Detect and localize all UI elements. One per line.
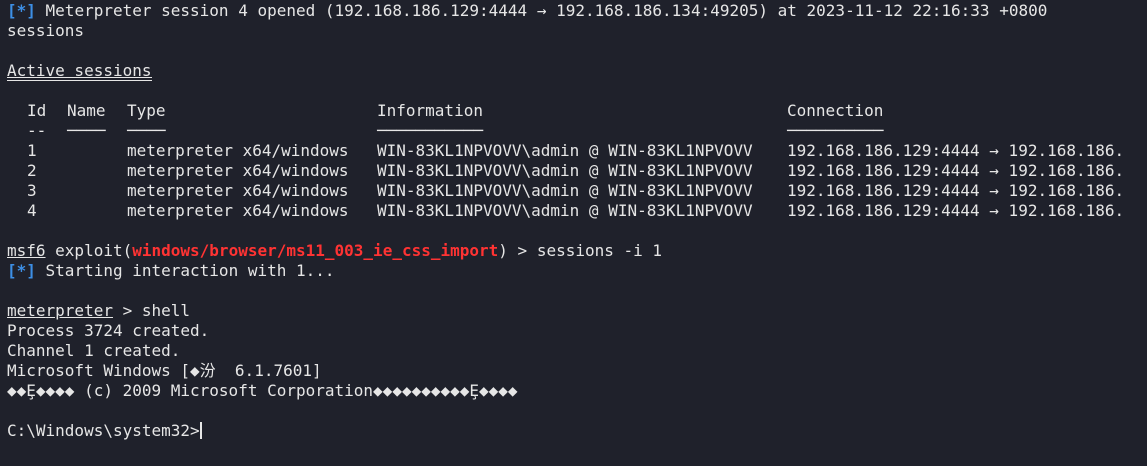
header-id: Id (27, 101, 47, 120)
sessions-table-header: Id Name Type Information Connection (7, 101, 1147, 121)
header-connection: Connection (787, 101, 884, 120)
session-name (67, 141, 127, 161)
table-row: 3 meterpreter x64/windows WIN-83KL1NPVOV… (7, 181, 1147, 201)
session-id: 4 (27, 201, 37, 220)
table-row: 2 meterpreter x64/windows WIN-83KL1NPVOV… (7, 161, 1147, 181)
terminal-output[interactable]: [*] Meterpreter session 4 opened (192.16… (7, 1, 1147, 466)
session-connection: 192.168.186.129:4444 → 192.168.186. (787, 141, 1125, 160)
session-information: WIN-83KL1NPVOVV\admin @ WIN-83KL1NPVOVV (377, 161, 753, 180)
text-cursor (199, 422, 202, 439)
exploit-close: ) > (498, 241, 537, 260)
session-name (67, 161, 127, 181)
session-information: WIN-83KL1NPVOVV\admin @ WIN-83KL1NPVOVV (377, 201, 753, 220)
shell-output-line: Channel 1 created. (7, 341, 181, 360)
shell-output-line: Process 3724 created. (7, 321, 210, 340)
session-type: meterpreter x64/windows (127, 161, 349, 180)
info-tag: [*] (7, 261, 36, 280)
active-sessions-heading-line: Active sessions (7, 61, 1147, 81)
header-type-dash: ──── (127, 121, 166, 140)
session-id: 3 (27, 181, 37, 200)
session-connection: 192.168.186.129:4444 → 192.168.186. (787, 161, 1125, 180)
session-id: 1 (27, 141, 37, 160)
cmd-prompt: C:\Windows\system32> (7, 421, 200, 440)
meterpreter-prompt-prefix: meterpreter (7, 301, 113, 320)
session-information: WIN-83KL1NPVOVV\admin @ WIN-83KL1NPVOVV (377, 181, 753, 200)
session-name (67, 181, 127, 201)
prompt-separator: > (112, 301, 142, 320)
session-connection: 192.168.186.129:4444 → 192.168.186. (787, 201, 1125, 220)
shell-output-line: ◆◆Ȩ◆◆◆◆ (c) 2009 Microsoft Corporation◆◆… (7, 381, 518, 400)
exploit-open: exploit( (45, 241, 133, 260)
msf-prompt-line: msf6 exploit(windows/browser/ms11_003_ie… (7, 241, 1147, 261)
cmd-prompt-line[interactable]: C:\Windows\system32> (7, 421, 1147, 441)
meterpreter-prompt-line: meterpreter > shell (7, 301, 1147, 321)
info-tag: [*] (7, 1, 36, 20)
interaction-text: Starting interaction with 1... (35, 261, 335, 280)
header-information: Information (377, 101, 483, 120)
session-id: 2 (27, 161, 37, 180)
session-type: meterpreter x64/windows (127, 201, 349, 220)
header-name-dash: ──── (67, 121, 106, 140)
prompt-command: sessions -i 1 (536, 241, 663, 260)
session-name (67, 201, 127, 221)
session-type: meterpreter x64/windows (127, 141, 349, 160)
header-information-dash: ─────────── (377, 121, 483, 140)
prompt-command: shell (141, 301, 191, 320)
session-information: WIN-83KL1NPVOVV\admin @ WIN-83KL1NPVOVV (377, 141, 753, 160)
header-id-dash: -- (27, 121, 47, 140)
session-opened-line: [*] Meterpreter session 4 opened (192.16… (7, 1, 1147, 21)
session-opened-text: Meterpreter session 4 opened (192.168.18… (35, 1, 1048, 20)
shell-output-line: Microsoft Windows [◆汾 6.1.7601] (7, 361, 322, 380)
header-connection-dash: ────────── (787, 121, 884, 140)
header-name: Name (67, 101, 106, 120)
sessions-command-line: sessions (7, 21, 85, 40)
header-type: Type (127, 101, 166, 120)
session-type: meterpreter x64/windows (127, 181, 349, 200)
table-row: 4 meterpreter x64/windows WIN-83KL1NPVOV… (7, 201, 1147, 221)
session-connection: 192.168.186.129:4444 → 192.168.186. (787, 181, 1125, 200)
active-sessions-title: Active sessions (7, 61, 152, 81)
interaction-line: [*] Starting interaction with 1... (7, 261, 1147, 281)
msf-prompt-prefix: msf6 (7, 241, 46, 260)
table-row: 1 meterpreter x64/windows WIN-83KL1NPVOV… (7, 141, 1147, 161)
exploit-module-name: windows/browser/ms11_003_ie_css_import (132, 241, 499, 260)
sessions-table-header-underline: -- ──── ──── ─────────── ────────── (7, 121, 1147, 141)
